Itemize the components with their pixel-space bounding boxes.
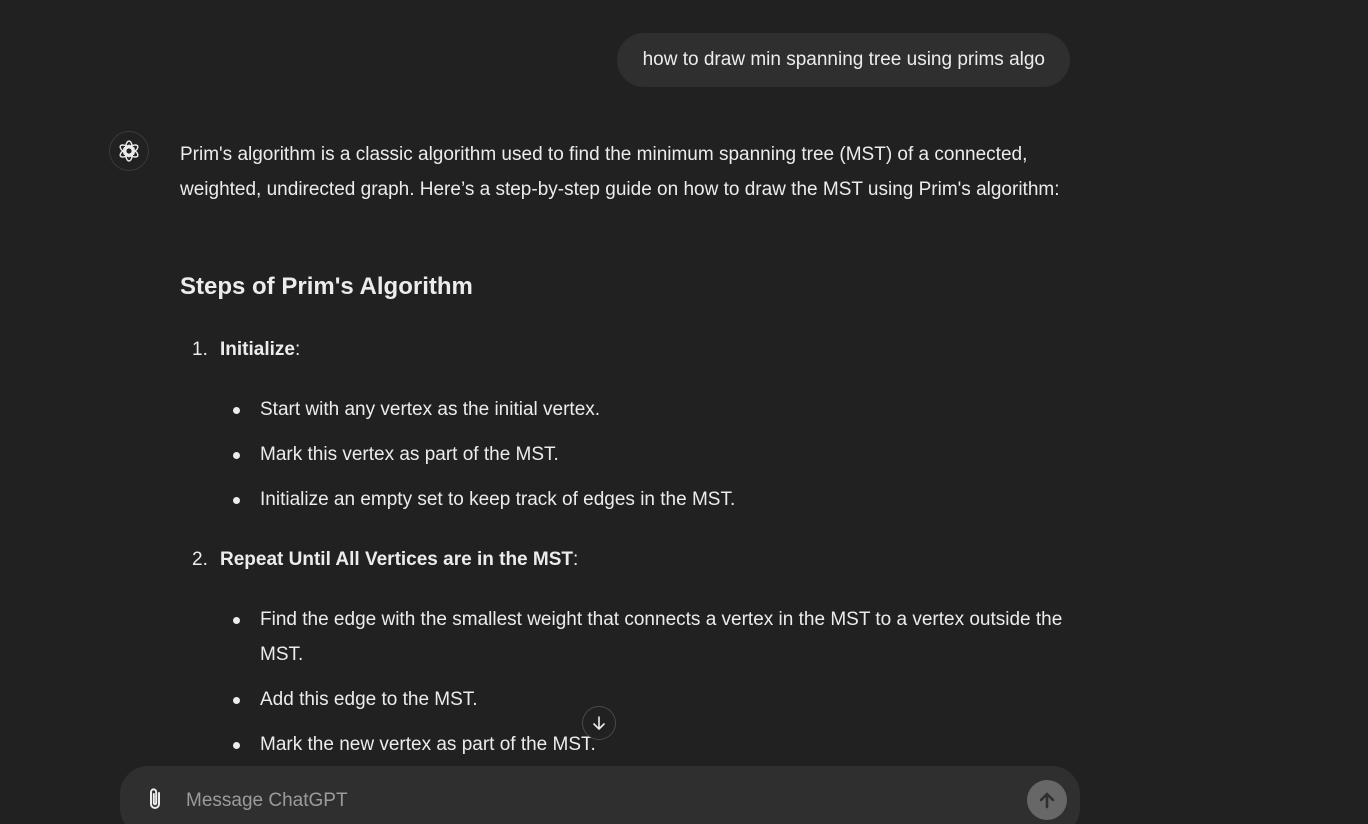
assistant-response: Prim's algorithm is a classic algorithm … <box>180 137 1080 755</box>
step-title-suffix: : <box>573 549 579 570</box>
step-number: 1. <box>192 339 208 360</box>
list-item: Mark the new vertex as part of the MST. <box>233 727 1080 762</box>
step-title: Initialize: <box>220 332 300 367</box>
step-title-bold: Initialize <box>220 339 295 360</box>
send-button[interactable] <box>1027 780 1067 820</box>
arrow-up-icon <box>1039 792 1055 809</box>
attach-button[interactable] <box>142 784 168 814</box>
list-item: Mark this vertex as part of the MST. <box>233 437 1080 472</box>
list-item: Add this edge to the MST. <box>233 682 1080 717</box>
message-composer <box>120 766 1080 824</box>
list-item: Initialize an empty set to keep track of… <box>233 482 1080 517</box>
user-message-bubble: how to draw min spanning tree using prim… <box>616 33 1070 87</box>
step-title: Repeat Until All Vertices are in the MST… <box>220 542 578 577</box>
list-item: Find the edge with the smallest weight t… <box>233 602 1080 672</box>
response-intro: Prim's algorithm is a classic algorithm … <box>180 144 1060 200</box>
message-input[interactable] <box>184 786 1008 816</box>
paperclip-icon <box>150 788 160 809</box>
step-title-suffix: : <box>294 339 301 360</box>
list-item: Start with any vertex as the initial ver… <box>233 392 1080 427</box>
step-number: 2. <box>192 549 208 570</box>
response-heading: Steps of Prim's Algorithm <box>180 273 473 300</box>
scroll-to-bottom-button[interactable] <box>582 706 616 740</box>
assistant-avatar <box>109 131 149 171</box>
openai-logo-icon <box>119 140 139 162</box>
chat-page: how to draw min spanning tree using prim… <box>0 0 1368 824</box>
step-title-bold: Repeat Until All Vertices are in the MST <box>220 549 574 570</box>
arrow-down-icon <box>593 716 605 730</box>
